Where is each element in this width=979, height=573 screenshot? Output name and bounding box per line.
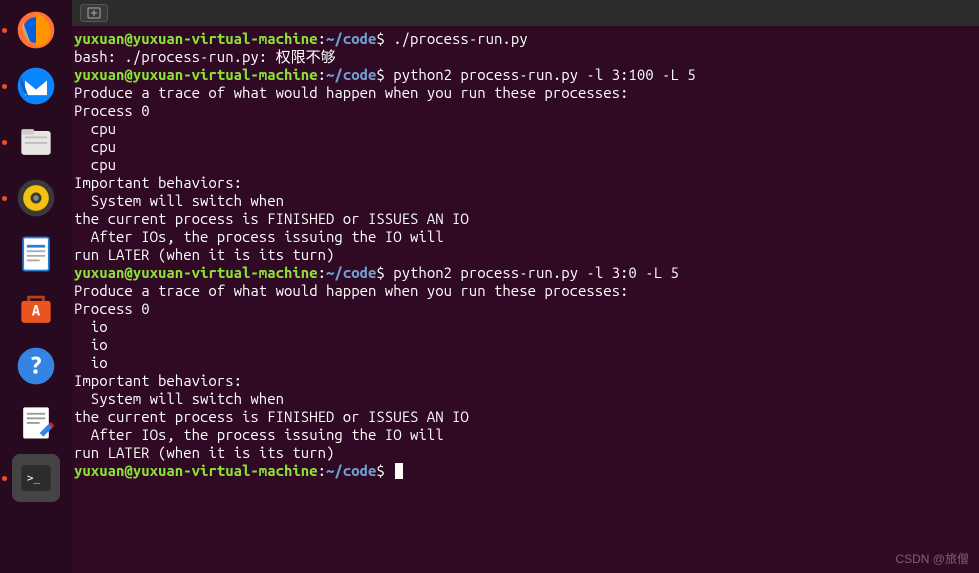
terminal-output-line: System will switch when [74,192,977,210]
terminal-output-line: After IOs, the process issuing the IO wi… [74,228,977,246]
prompt-dollar: $ [376,264,384,281]
terminal-output-line: Process 0 [74,300,977,318]
prompt-dollar: $ [376,30,384,47]
terminal-output-line: Important behaviors: [74,174,977,192]
command-text: python2 process-run.py -l 3:0 -L 5 [385,264,679,281]
svg-text:>_: >_ [27,472,41,485]
prompt-path: ~/code [326,462,376,479]
terminal-output-line: run LATER (when it is its turn) [74,246,977,264]
terminal-output-line: run LATER (when it is its turn) [74,444,977,462]
prompt-dollar: $ [376,66,384,83]
command-text: ./process-run.py [385,30,528,47]
prompt-colon: : [318,66,326,83]
ubuntu-software-icon[interactable]: A [12,286,60,334]
terminal-output-line: the current process is FINISHED or ISSUE… [74,408,977,426]
terminal-prompt-line: yuxuan@yuxuan-virtual-machine:~/code$ ./… [74,30,977,48]
command-text: python2 process-run.py -l 3:100 -L 5 [385,66,696,83]
terminal-output-line: the current process is FINISHED or ISSUE… [74,210,977,228]
help-icon[interactable]: ? [12,342,60,390]
prompt-colon: : [318,30,326,47]
terminal-prompt-line: yuxuan@yuxuan-virtual-machine:~/code$ py… [74,66,977,84]
terminal-output-line: cpu [74,156,977,174]
terminal-prompt-line: yuxuan@yuxuan-virtual-machine:~/code$ [74,462,977,480]
terminal-icon[interactable]: >_ [12,454,60,502]
terminal-output-line: Important behaviors: [74,372,977,390]
terminal-output-line: Produce a trace of what would happen whe… [74,84,977,102]
prompt-dollar: $ [376,462,384,479]
terminal-content[interactable]: yuxuan@yuxuan-virtual-machine:~/code$ ./… [72,26,979,573]
terminal-output-line: bash: ./process-run.py: 权限不够 [74,48,977,66]
prompt-user-host: yuxuan@yuxuan-virtual-machine [74,264,318,281]
prompt-path: ~/code [326,30,376,47]
prompt-colon: : [318,264,326,281]
thunderbird-icon[interactable] [12,62,60,110]
text-editor-icon[interactable] [12,398,60,446]
prompt-user-host: yuxuan@yuxuan-virtual-machine [74,462,318,479]
terminal-output-line: io [74,336,977,354]
prompt-path: ~/code [326,264,376,281]
terminal-output-line: cpu [74,120,977,138]
svg-text:A: A [32,302,41,319]
prompt-colon: : [318,462,326,479]
dock: A ? >_ [0,0,72,573]
prompt-user-host: yuxuan@yuxuan-virtual-machine [74,30,318,47]
terminal-prompt-line: yuxuan@yuxuan-virtual-machine:~/code$ py… [74,264,977,282]
files-icon[interactable] [12,118,60,166]
firefox-icon[interactable] [12,6,60,54]
rhythmbox-icon[interactable] [12,174,60,222]
cursor [395,463,403,479]
terminal-output-line: cpu [74,138,977,156]
prompt-user-host: yuxuan@yuxuan-virtual-machine [74,66,318,83]
svg-text:?: ? [29,351,42,378]
terminal-output-line: System will switch when [74,390,977,408]
terminal-output-line: io [74,354,977,372]
libreoffice-writer-icon[interactable] [12,230,60,278]
terminal-output-line: io [74,318,977,336]
prompt-path: ~/code [326,66,376,83]
terminal-output-line: Produce a trace of what would happen whe… [74,282,977,300]
tab-bar [72,0,979,26]
command-text [385,462,393,479]
terminal-output-line: Process 0 [74,102,977,120]
terminal-window: yuxuan@yuxuan-virtual-machine:~/code$ ./… [72,0,979,573]
new-tab-button[interactable] [80,4,108,22]
watermark: CSDN @旅僧 [895,550,969,567]
terminal-output-line: After IOs, the process issuing the IO wi… [74,426,977,444]
